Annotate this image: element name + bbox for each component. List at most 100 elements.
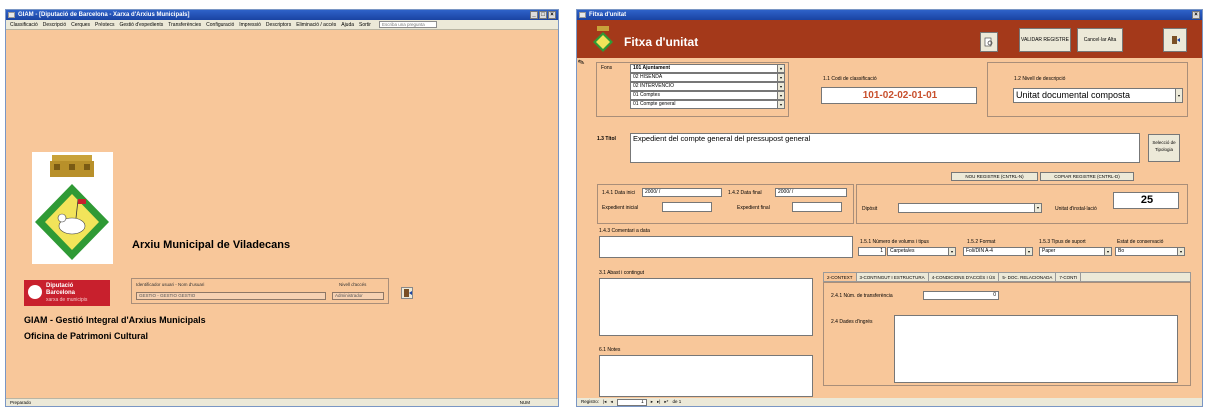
copy-record-button[interactable]: COPIAR REGISTRE (CNTRL-D) [1040, 172, 1134, 181]
tipologia-button[interactable]: Selecció de Tipologia [1148, 134, 1180, 162]
new-record-nav-button[interactable]: ▸* [664, 398, 668, 406]
menu-item-impressio[interactable]: Impressió [239, 22, 261, 28]
form-title: Fitxa d'unitat [624, 35, 699, 49]
first-record-button[interactable]: |◂ [603, 398, 606, 406]
enter-button[interactable] [401, 287, 413, 299]
menu-item-prestecs[interactable]: Préstecs [95, 22, 114, 28]
prev-record-button[interactable]: ◂ [610, 398, 612, 406]
form-titlebar: Fitxa d'unitat × [577, 10, 1202, 20]
tab-access-conditions[interactable]: 4-CONDICIONS D'ACCÉS I ÚS [929, 273, 1000, 281]
fons-label: Fons [601, 65, 613, 71]
section-tabs: 2-CONTEXT 3-CONTINGUT I ESTRUCTURA 4-CON… [823, 272, 1191, 282]
form-window-title: Fitxa d'unitat [589, 12, 627, 18]
code-label: 1.1 Codi de classificació [823, 76, 877, 82]
tab-content-structure[interactable]: 3-CONTINGUT I ESTRUCTURA [857, 273, 929, 281]
support-label: 1.5.3 Tipus de suport [1039, 239, 1086, 245]
record-selector-icon[interactable]: ✎ [577, 57, 586, 68]
notes-field[interactable] [599, 355, 813, 397]
volumes-type-select[interactable]: Carpeta/es ▾ [887, 247, 956, 256]
title-label: 1.3 Títol [597, 136, 616, 142]
hierarchy-level-2[interactable]: 02 HISENDA ▾ [630, 73, 785, 82]
user-panel: Identificador usuari - Nom d'usuari GEST… [131, 278, 389, 304]
date-start-field[interactable]: 2000/ / [642, 188, 722, 197]
menu-item-gestio-expedients[interactable]: Gestió d'expedients [120, 22, 164, 28]
menu-item-transferencies[interactable]: Transferències [168, 22, 201, 28]
notes-label: 6.1 Notes [599, 347, 621, 353]
classification-code-field[interactable]: 101-02-02-01-01 [821, 87, 977, 104]
diputacio-logo: Diputació Barcelona xarxa de municipis [24, 280, 110, 306]
diposit-select[interactable]: ▾ [898, 203, 1042, 213]
tab-related-docs[interactable]: 5- DOC. RELACIONADA [999, 273, 1057, 281]
hierarchy-level-1[interactable]: 101 Ajuntament ▾ [630, 64, 785, 73]
municipal-crest-image [32, 152, 113, 264]
help-search-input[interactable]: Escriba una pregunta [378, 21, 437, 28]
hierarchy-level-5[interactable]: 01 Compte general ▾ [630, 100, 785, 109]
transfer-label: 2.4.1 Núm. de transferència [831, 293, 893, 299]
record-navigator: Registro: |◂ ◂ 1 ▸ ▸| ▸* de 1 [577, 398, 1202, 406]
maximize-button[interactable]: □ [539, 11, 547, 19]
door-exit-icon [1172, 36, 1180, 44]
exp-start-label: Expedient inicial [602, 205, 639, 211]
tab-context[interactable]: 2-CONTEXT [824, 273, 857, 281]
user-id-label: Identificador usuari - Nom d'usuari [136, 282, 205, 287]
menu-item-classificacio[interactable]: Classificació [10, 22, 38, 28]
status-text: Preparado [10, 400, 32, 405]
date-comment-label: 1.4.3 Comentari a data [599, 228, 650, 234]
unit-label: Unitat d'instal·lació [1055, 206, 1097, 212]
hierarchy-level-4[interactable]: 01 Comptes ▾ [630, 91, 785, 100]
date-end-field[interactable]: 2000/ / [775, 188, 847, 197]
menu-item-cerques[interactable]: Cerques [71, 22, 90, 28]
date-comment-field[interactable] [599, 236, 853, 258]
exit-form-button[interactable] [1163, 28, 1187, 52]
diputacio-emblem-icon [28, 285, 42, 299]
conservation-state-select[interactable]: Bo ▾ [1115, 247, 1185, 256]
menu-item-ajuda[interactable]: Ajuda [341, 22, 354, 28]
form-icon [579, 12, 586, 18]
exp-end-label: Expedient final [737, 205, 770, 211]
format-select[interactable]: Foli/DIN A-4 ▾ [963, 247, 1033, 256]
menu-item-eliminacio[interactable]: Eliminació / accés [296, 22, 336, 28]
date-start-label: 1.4.1 Data inici [602, 190, 636, 196]
state-label: Estat de conservació [1117, 239, 1164, 245]
cancel-alta-button[interactable]: Cancel·lar Alta [1077, 28, 1123, 52]
hierarchy-level-3[interactable]: 02 INTERVENCIÓ ▾ [630, 82, 785, 91]
installation-unit-field[interactable]: 25 [1113, 192, 1179, 209]
volumes-label: 1.5.1 Número de volums i tipus [860, 239, 929, 245]
last-record-button[interactable]: ▸| [657, 398, 660, 406]
form-close-button[interactable]: × [1192, 11, 1200, 19]
scope-field[interactable] [599, 278, 813, 336]
scope-label: 3.1 Abast i contingut [599, 270, 645, 276]
access-level-label: Nivell d'accés [339, 282, 367, 287]
tab-conti[interactable]: 7-CONTI [1056, 273, 1082, 281]
support-select[interactable]: Paper ▾ [1039, 247, 1112, 256]
logo-line2: Barcelona [46, 290, 76, 296]
transfer-number-field[interactable]: 0 [923, 291, 999, 300]
access-level-field[interactable]: Administrador [332, 292, 384, 300]
new-record-button[interactable]: NOU REGISTRE (CNTRL-N) [951, 172, 1038, 181]
volumes-count-field[interactable]: 1 [858, 247, 886, 256]
main-window-title: GIAM - [Diputació de Barcelona - Xarxa d… [18, 12, 190, 18]
current-record-field[interactable]: 1 [616, 398, 647, 406]
menu-item-configuracio[interactable]: Configuració [206, 22, 234, 28]
description-level-select[interactable]: Unitat documental composta ▾ [1013, 88, 1183, 103]
next-record-button[interactable]: ▸ [651, 398, 653, 406]
menu-bar: Classificació Descripció Cerques Préstec… [6, 20, 558, 30]
menu-item-descripcio[interactable]: Descripció [43, 22, 66, 28]
diposit-label: Dipòsit [862, 206, 878, 212]
minimize-button[interactable]: _ [530, 11, 538, 19]
record-total: de 1 [672, 399, 682, 404]
form-header: Fitxa d'unitat VALIDAR REGISTRE Cancel·l… [577, 20, 1202, 58]
validate-record-button[interactable]: VALIDAR REGISTRE [1019, 28, 1071, 52]
menu-item-descriptors[interactable]: Descriptors [266, 22, 291, 28]
document-search-icon [984, 37, 993, 47]
exp-end-field[interactable] [792, 202, 842, 212]
giam-main-window: GIAM - [Diputació de Barcelona - Xarxa d… [5, 9, 559, 407]
main-titlebar: GIAM - [Diputació de Barcelona - Xarxa d… [6, 10, 558, 20]
ingress-data-field[interactable] [894, 315, 1178, 383]
menu-item-sortir[interactable]: Sortir [359, 22, 371, 28]
user-id-field[interactable]: GESTIO - GESTIO GESTIO [136, 292, 326, 300]
exp-start-field[interactable] [662, 202, 712, 212]
close-button[interactable]: × [548, 11, 556, 19]
title-field[interactable]: Expedient del compte general del pressup… [630, 133, 1140, 163]
preview-button[interactable] [980, 32, 998, 52]
